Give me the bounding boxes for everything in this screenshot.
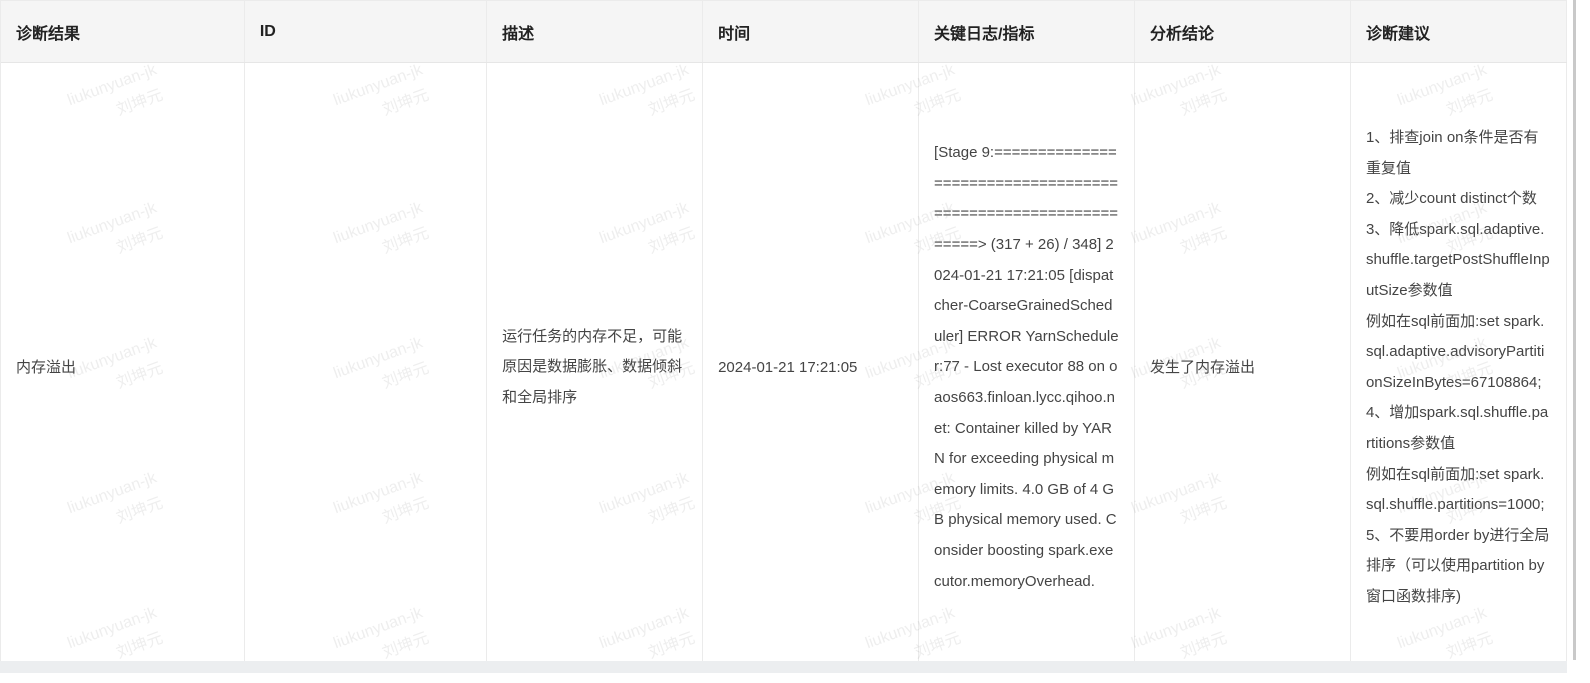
cell-result-text: 内存溢出 bbox=[16, 358, 77, 376]
cell-log-text: [Stage 9:===============================… bbox=[934, 144, 1119, 590]
vertical-scrollbar[interactable] bbox=[1567, 0, 1590, 683]
column-header-id[interactable]: ID bbox=[244, 0, 488, 63]
table-header-row: 诊断结果 ID 描述 时间 关键日志/指标 分析结论 诊断建议 bbox=[1, 0, 1568, 63]
cell-conclusion-text: 发生了内存溢出 bbox=[1150, 358, 1256, 376]
column-header-result[interactable]: 诊断结果 bbox=[1, 0, 245, 63]
cell-id bbox=[244, 62, 488, 672]
advice-line: 例如在sql前面加:set spark.sql.adaptive.advisor… bbox=[1365, 312, 1545, 391]
cell-advice: 1、排查join on条件是否有重复值 2、减少count distinct个数… bbox=[1350, 62, 1568, 672]
column-header-advice[interactable]: 诊断建议 bbox=[1350, 0, 1568, 63]
vertical-scrollbar-thumb[interactable] bbox=[1573, 0, 1576, 660]
column-header-time[interactable]: 时间 bbox=[702, 0, 920, 63]
cell-result: 内存溢出 bbox=[1, 62, 245, 672]
cell-time-text: 2024-01-21 17:21:05 bbox=[718, 358, 858, 376]
advice-line: 1、排查join on条件是否有重复值 bbox=[1365, 129, 1539, 177]
advice-line: 例如在sql前面加:set spark.sql.shuffle.partitio… bbox=[1365, 465, 1545, 514]
advice-line: 2、减少count distinct个数 bbox=[1365, 190, 1537, 208]
cell-description-text: 运行任务的内存不足，可能原因是数据膨胀、数据倾斜和全局排序 bbox=[502, 327, 683, 407]
diagnosis-table-container: 诊断结果 ID 描述 时间 关键日志/指标 分析结论 诊断建议 内存溢出 运行任… bbox=[0, 0, 1568, 672]
advice-line: 3、降低spark.sql.adaptive.shuffle.targetPos… bbox=[1365, 220, 1550, 299]
cell-log: [Stage 9:===============================… bbox=[918, 62, 1135, 672]
horizontal-scrollbar[interactable] bbox=[0, 661, 1567, 673]
cell-description: 运行任务的内存不足，可能原因是数据膨胀、数据倾斜和全局排序 bbox=[486, 62, 704, 672]
cell-time: 2024-01-21 17:21:05 bbox=[702, 62, 920, 672]
table-row[interactable]: 内存溢出 运行任务的内存不足，可能原因是数据膨胀、数据倾斜和全局排序 2024-… bbox=[1, 62, 1568, 672]
column-header-conclusion[interactable]: 分析结论 bbox=[1134, 0, 1351, 63]
page: 诊断结果 ID 描述 时间 关键日志/指标 分析结论 诊断建议 内存溢出 运行任… bbox=[0, 0, 1590, 683]
column-header-log[interactable]: 关键日志/指标 bbox=[918, 0, 1135, 63]
cell-conclusion: 发生了内存溢出 bbox=[1134, 62, 1351, 672]
advice-line: 4、增加spark.sql.shuffle.partitions参数值 bbox=[1365, 404, 1549, 452]
advice-line: 5、不要用order by进行全局排序（可以使用partition by窗口函数… bbox=[1365, 526, 1550, 605]
diagnosis-table: 诊断结果 ID 描述 时间 关键日志/指标 分析结论 诊断建议 内存溢出 运行任… bbox=[1, 0, 1568, 672]
column-header-description[interactable]: 描述 bbox=[486, 0, 704, 63]
